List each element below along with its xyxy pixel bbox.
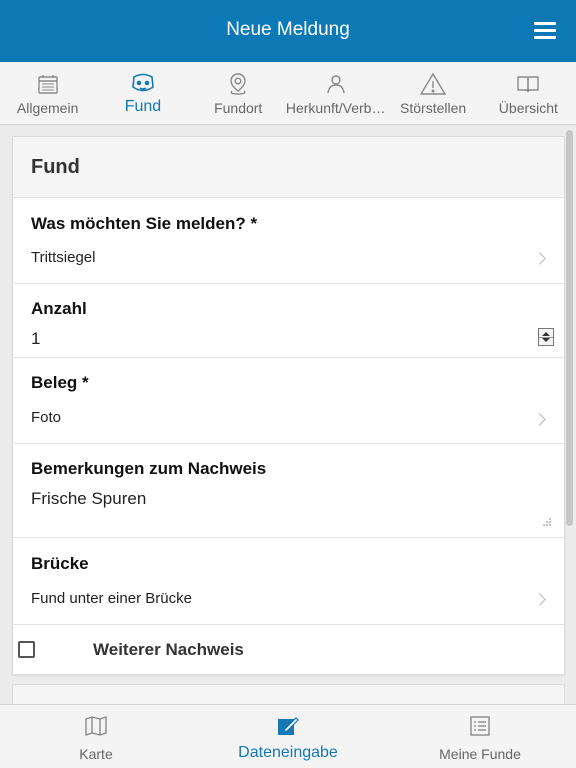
field-value: Trittsiegel bbox=[31, 249, 96, 266]
list-icon bbox=[469, 714, 491, 738]
content-scroll-area[interactable]: Fund Was möchten Sie melden? * Trittsieg… bbox=[0, 126, 576, 704]
resize-handle-icon[interactable] bbox=[542, 517, 552, 527]
tab-uebersicht[interactable]: Übersicht bbox=[481, 62, 576, 124]
edit-icon bbox=[277, 714, 299, 738]
nav-label: Karte bbox=[79, 746, 113, 762]
tab-stoerstellen[interactable]: Störstellen bbox=[385, 62, 480, 124]
what-select-field[interactable]: Was möchten Sie melden? * Trittsiegel bbox=[13, 198, 564, 284]
tab-bar: Allgemein Fund Fundort Herkunft/Verb… St… bbox=[0, 62, 576, 125]
tab-label: Fund bbox=[124, 98, 162, 115]
fund-card: Fund Was möchten Sie melden? * Trittsieg… bbox=[12, 136, 565, 675]
nav-label: Dateneingabe bbox=[238, 744, 338, 761]
count-field[interactable]: Anzahl 1 bbox=[13, 284, 564, 358]
warning-icon bbox=[419, 71, 447, 96]
tab-label: Störstellen bbox=[400, 100, 467, 116]
field-value: Fund unter einer Brücke bbox=[31, 590, 192, 607]
animal-icon bbox=[130, 71, 156, 96]
app-header: Neue Meldung bbox=[0, 0, 576, 62]
checkbox-label: Weiterer Nachweis bbox=[93, 640, 244, 659]
page-title: Neue Meldung bbox=[226, 19, 350, 40]
bridge-select-field[interactable]: Brücke Fund unter einer Brücke bbox=[13, 538, 564, 625]
field-label: Beleg * bbox=[31, 373, 89, 392]
tab-fund[interactable]: Fund bbox=[95, 62, 190, 124]
quantity-stepper[interactable] bbox=[538, 328, 554, 346]
map-icon bbox=[84, 714, 108, 738]
remarks-field[interactable]: Bemerkungen zum Nachweis Frische Spuren bbox=[13, 444, 564, 538]
tab-label: Fundort bbox=[214, 100, 263, 116]
tab-label: Übersicht bbox=[498, 100, 558, 116]
field-label: Bemerkungen zum Nachweis bbox=[31, 459, 267, 478]
calendar-icon bbox=[37, 71, 59, 96]
remarks-textarea[interactable]: Frische Spuren bbox=[31, 489, 146, 509]
tab-herkunft[interactable]: Herkunft/Verb… bbox=[285, 62, 386, 124]
chevron-right-icon bbox=[533, 252, 546, 265]
field-label: Brücke bbox=[31, 554, 89, 573]
book-icon bbox=[516, 71, 540, 96]
person-icon bbox=[325, 71, 347, 96]
field-value: Foto bbox=[31, 409, 62, 426]
tab-label: Herkunft/Verb… bbox=[285, 100, 386, 116]
field-label: Was möchten Sie melden? * bbox=[31, 214, 258, 233]
nav-dateneingabe[interactable]: Dateneingabe bbox=[192, 705, 384, 768]
location-pin-icon bbox=[227, 71, 249, 96]
hamburger-menu-icon[interactable] bbox=[534, 22, 556, 40]
nav-karte[interactable]: Karte bbox=[0, 705, 192, 768]
more-evidence-row[interactable]: Weiterer Nachweis bbox=[13, 625, 564, 674]
next-card bbox=[12, 684, 565, 704]
tab-label: Allgemein bbox=[16, 100, 79, 116]
count-input[interactable]: 1 bbox=[31, 329, 40, 349]
nav-label: Meine Funde bbox=[439, 746, 521, 762]
field-label: Anzahl bbox=[31, 299, 87, 318]
chevron-right-icon bbox=[533, 413, 546, 426]
section-title: Fund bbox=[13, 137, 564, 198]
chevron-right-icon bbox=[533, 593, 546, 606]
bottom-nav: Karte Dateneingabe Meine Funde bbox=[0, 704, 576, 768]
nav-meine-funde[interactable]: Meine Funde bbox=[384, 705, 576, 768]
tab-allgemein[interactable]: Allgemein bbox=[0, 62, 95, 124]
scrollbar[interactable] bbox=[566, 130, 573, 526]
tab-fundort[interactable]: Fundort bbox=[191, 62, 286, 124]
evidence-select-field[interactable]: Beleg * Foto bbox=[13, 358, 564, 444]
more-evidence-checkbox[interactable] bbox=[18, 641, 35, 658]
